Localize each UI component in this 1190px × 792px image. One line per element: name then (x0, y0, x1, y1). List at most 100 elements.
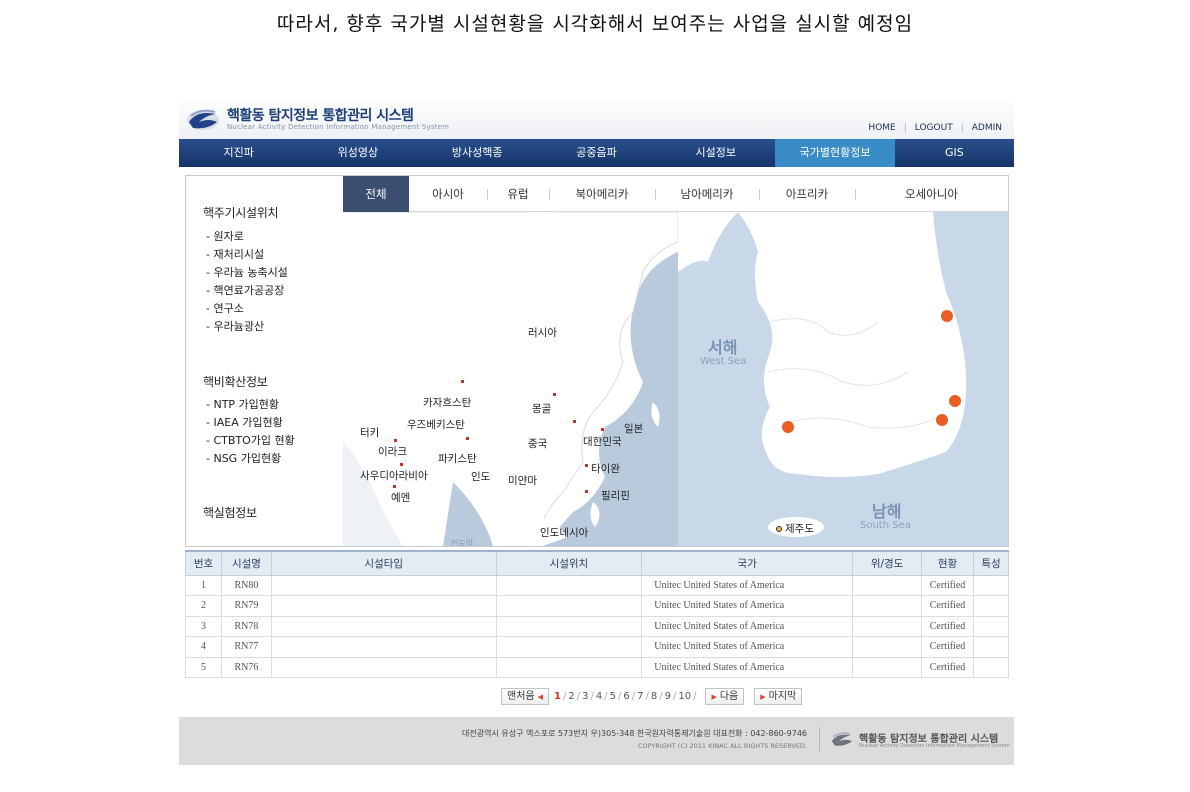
jeju-label-text: 제주도 (785, 523, 814, 535)
table-row[interactable]: 5 RN76 Unitec United States of America C… (185, 656, 1009, 678)
cell-lat-long (852, 595, 923, 617)
page-7[interactable]: 7 (637, 691, 643, 702)
tab-africa[interactable]: 아프리카 (759, 176, 855, 212)
sidebar-item-uranium-mine[interactable]: 우라늄광산 (206, 318, 288, 336)
table-row[interactable]: 2 RN79 Unitec United States of America C… (185, 595, 1009, 617)
nav-item-infrasound[interactable]: 공중음파 (537, 139, 656, 167)
tab-oceania[interactable]: 오세아니아 (855, 176, 1008, 212)
sidebar-item-research[interactable]: 연구소 (206, 300, 288, 318)
facility-marker-kori[interactable] (941, 310, 953, 322)
cell-status: Certified (921, 595, 974, 617)
pagination: 맨처음 ◀ 1/ 2/ 3/ 4/ 5/ 6/ 7/ 8/ 9/ 10/ ▶ 다음 … (501, 688, 803, 705)
utility-links: HOME | LOGOUT | ADMIN (868, 123, 1002, 133)
col-number: 번호 (185, 550, 222, 576)
nav-item-gis[interactable]: GIS (895, 139, 1014, 167)
map-label-kazakhstan: 카자흐스탄 (423, 397, 472, 409)
sidebar-item-fuel-fabrication[interactable]: 핵연료가공공장 (206, 282, 288, 300)
facility-marker-ulsan[interactable] (936, 414, 948, 426)
facility-marker[interactable] (585, 464, 588, 467)
footer-address: 대전광역시 유성구 엑스포로 573번지 우)305-348 한국원자력통제기술… (462, 729, 807, 738)
app-subtitle: Nuclear Activity Detection Information M… (227, 123, 450, 131)
sidebar-item-reprocessing[interactable]: 재처리시설 (206, 246, 288, 264)
next-page-button[interactable]: ▶ 다음 (705, 688, 745, 705)
map-label-pakistan: 파키스탄 (438, 453, 477, 465)
home-link[interactable]: HOME (868, 123, 895, 133)
facility-marker[interactable] (573, 420, 576, 423)
cell-facility-location (495, 595, 643, 617)
world-map[interactable]: 러시아 카자흐스탄 몽골 우즈베키스탄 터키 이라크 파키스탄 중국 대한민국 … (343, 212, 678, 546)
sidebar-item-npt[interactable]: NTP 가입현황 (206, 396, 295, 414)
tab-europe[interactable]: 유럽 (487, 176, 549, 212)
facility-marker-wolsong[interactable] (949, 395, 961, 407)
cell-facility-name: RN78 (220, 615, 272, 637)
sidebar-heading-nuclear-test[interactable]: 핵실험정보 (203, 504, 257, 521)
sidebar-item-ctbto[interactable]: CTBTO가입 현황 (206, 432, 294, 450)
nav-item-country-status[interactable]: 국가별현황정보 (775, 139, 895, 167)
page-3[interactable]: 3 (582, 691, 588, 702)
nav-item-satellite[interactable]: 위성영상 (298, 139, 417, 167)
page-9[interactable]: 9 (665, 691, 671, 702)
facility-marker[interactable] (394, 439, 397, 442)
sidebar-item-nsg[interactable]: NSG 가입현황 (206, 450, 295, 468)
west-sea-label: 서해 (708, 338, 738, 357)
region-tabs: 전체 아시아 유럽 북아메리카 남아메리카 아프리카 오세아니아 (343, 176, 1008, 212)
jeju-marker-icon (776, 526, 782, 532)
first-page-label: 맨처음 (507, 691, 535, 702)
page-1[interactable]: 1 (554, 691, 561, 702)
admin-link[interactable]: ADMIN (972, 123, 1002, 133)
facility-marker[interactable] (585, 490, 588, 493)
sidebar-heading-nonproliferation[interactable]: 핵비확산정보 (203, 373, 268, 390)
last-page-button[interactable]: ▶ 마지막 (754, 688, 803, 705)
sidebar-item-iaea[interactable]: IAEA 가입현황 (206, 414, 295, 432)
table-row[interactable]: 1 RN80 Unitec United States of America C… (185, 574, 1009, 596)
cell-number: 3 (185, 615, 222, 637)
page-6[interactable]: 6 (623, 691, 629, 702)
cell-feature (973, 636, 1009, 658)
facility-table: 번호 시설명 시설타입 시설위치 국가 위/경도 현황 특성 1 RN80 Un… (185, 550, 1009, 678)
table-row[interactable]: 3 RN78 Unitec United States of America C… (185, 615, 1009, 637)
nav-item-facility[interactable]: 시설정보 (656, 139, 775, 167)
table-row[interactable]: 4 RN77 Unitec United States of America C… (185, 636, 1009, 658)
cell-country: Unitec United States of America (641, 636, 854, 658)
sidebar-item-enrichment[interactable]: 우라늄 농축시설 (206, 264, 287, 282)
sidebar-item-reactor[interactable]: 원자로 (206, 228, 288, 246)
cell-facility-type (270, 656, 497, 678)
jeju-label: 제주도 (776, 521, 814, 536)
tab-north-america[interactable]: 북아메리카 (549, 176, 655, 212)
map-label-india: 인도 (471, 471, 491, 483)
page-4[interactable]: 4 (596, 691, 602, 702)
facility-marker[interactable] (601, 428, 604, 431)
facility-marker[interactable] (461, 380, 464, 383)
nav-item-radionuclide[interactable]: 방사성핵종 (418, 139, 537, 167)
sidebar-heading-fuel-cycle[interactable]: 핵주기시설위치 (203, 204, 278, 221)
facility-marker[interactable] (393, 485, 396, 488)
first-page-button[interactable]: 맨처음 ◀ (501, 688, 549, 705)
map-label-yemen: 예멘 (391, 492, 411, 504)
cell-feature (973, 574, 1009, 596)
cell-country: Unitec United States of America (641, 615, 854, 637)
tab-south-america[interactable]: 남아메리카 (655, 176, 759, 212)
map-label-taiwan: 타이완 (591, 463, 620, 475)
footer-divider (819, 727, 820, 751)
facility-marker[interactable] (400, 463, 403, 466)
page-2[interactable]: 2 (568, 691, 574, 702)
facility-marker[interactable] (466, 437, 469, 440)
tab-all[interactable]: 전체 (343, 176, 409, 212)
facility-marker[interactable] (553, 393, 556, 396)
facility-marker-yeonggwang[interactable] (782, 421, 794, 433)
page-8[interactable]: 8 (651, 691, 657, 702)
nav-item-seismic[interactable]: 지진파 (179, 139, 298, 167)
footer-logo-icon (831, 732, 853, 746)
cell-facility-location (495, 636, 643, 658)
logout-link[interactable]: LOGOUT (915, 123, 953, 133)
page-5[interactable]: 5 (610, 691, 616, 702)
tab-asia[interactable]: 아시아 (409, 176, 487, 212)
map-label-philippines: 필리핀 (601, 490, 630, 502)
map-label-indonesia: 인도네시아 (540, 527, 589, 539)
intro-sentence: 따라서, 향후 국가별 시설현황을 시각화해서 보여주는 사업을 실시할 예정임 (276, 13, 914, 35)
page-10[interactable]: 10 (678, 691, 691, 702)
map-label-saudi-arabia: 사우디아라비아 (360, 470, 428, 482)
cell-feature (973, 656, 1009, 678)
map-label-russia: 러시아 (528, 327, 557, 339)
korea-map[interactable]: 서해 West Sea 남해 South Sea 제주도 (678, 212, 1008, 546)
